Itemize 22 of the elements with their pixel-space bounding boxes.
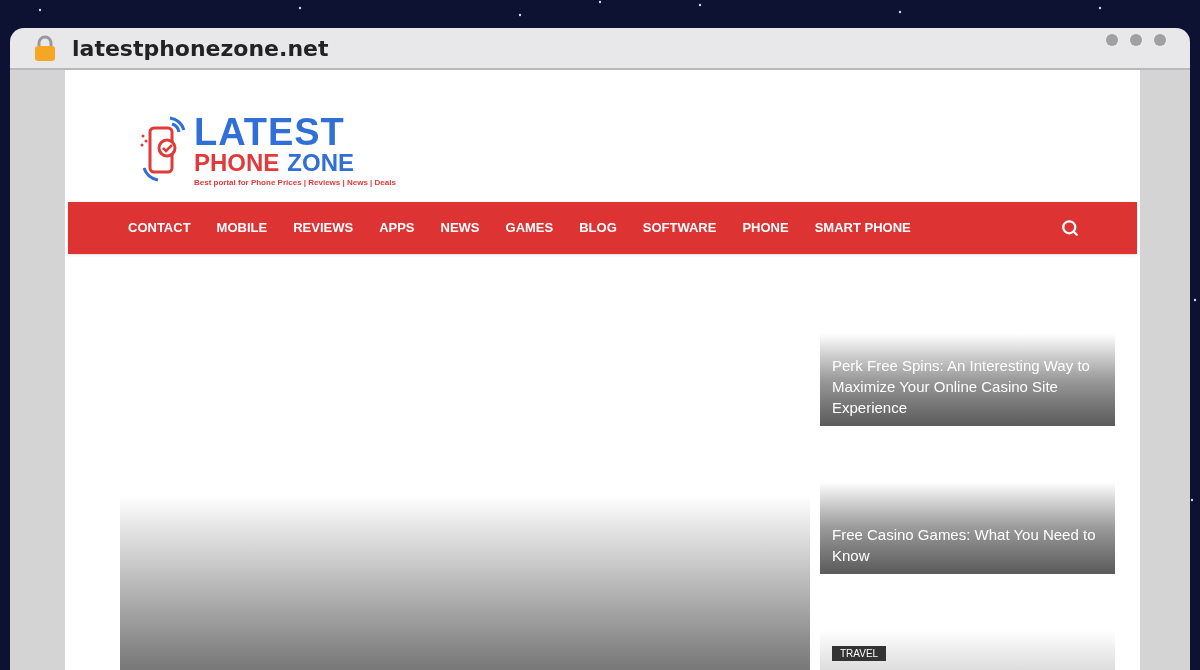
post-title[interactable]: Perk Free Spins: An Interesting Way to Maximize Your Online Casino Site Experience [832,355,1103,418]
post-card[interactable]: Free Casino Games: What You Need to Know [820,482,1115,574]
nav-link[interactable]: CONTACT [115,218,204,238]
url-text: latestphonezone.net [72,34,329,63]
nav-link[interactable]: MOBILE [203,218,281,238]
nav-link[interactable]: APPS [366,218,428,238]
nav-link[interactable]: BLOG [566,218,630,238]
logo-text: ZONE [287,151,355,175]
post-title[interactable]: Free Casino Games: What You Need to Know [832,524,1103,566]
lock-icon [34,35,56,61]
nav-link[interactable]: PHONE [729,218,802,238]
post-card[interactable]: Perk Free Spins: An Interesting Way to Maximize Your Online Casino Site Experience [820,334,1115,426]
nav-link[interactable]: REVIEWS [280,218,367,238]
logo-text: PHONE [194,151,280,175]
category-tag[interactable]: TRAVEL [832,646,887,661]
nav-link[interactable]: NEWS [427,218,493,238]
nav-link[interactable]: SMART PHONE [801,218,924,238]
logo-text: LATEST [194,113,346,151]
logo-tagline: Best portal for Phone Prices | Reviews | News | Deals [194,179,396,187]
nav-link[interactable]: GAMES [492,218,567,238]
search-icon[interactable] [1061,219,1079,237]
nav-link[interactable]: SOFTWARE [629,218,730,238]
